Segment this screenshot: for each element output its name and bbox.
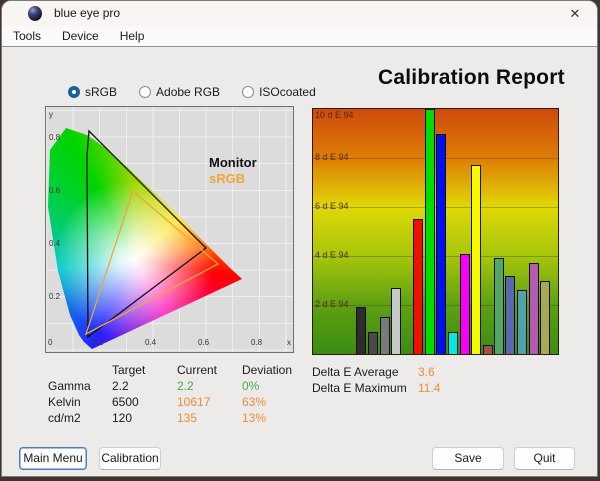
table-current-value: 10617 xyxy=(177,395,211,409)
delta-e-bar-chart: 10 d E 94 8 d E 94 6 d E 94 4 d E 94 2 d E 9… xyxy=(312,108,559,355)
screen: blue eye pro ✕ Tools Device Help Calibrati… xyxy=(0,0,600,481)
delta-e-summary: Delta E Average 3.6 Delta E Maximum 11.4 xyxy=(312,365,440,397)
menu-item-help[interactable]: Help xyxy=(117,28,148,44)
legend-srgb: sRGB xyxy=(209,171,246,186)
radio-option-adobe-rgb[interactable]: Adobe RGB xyxy=(139,85,220,99)
radio-label: ISOcoated xyxy=(259,85,316,99)
delta-e-average-row: Delta E Average 3.6 xyxy=(312,365,440,381)
table-row-label: Gamma xyxy=(48,379,91,393)
radio-circle-icon[interactable] xyxy=(139,86,152,98)
table-current-value: 2.2 xyxy=(177,379,194,393)
delta-e-maximum-row: Delta E Maximum 11.4 xyxy=(312,381,440,397)
radio-label: sRGB xyxy=(85,85,118,99)
quit-button[interactable]: Quit xyxy=(514,447,575,470)
delta-e-bar-blue xyxy=(436,133,446,354)
delta-e-bar-magenta xyxy=(460,253,470,354)
table-deviation-value: 13% xyxy=(242,411,267,425)
cie-x-tick: 0.8 xyxy=(251,338,263,347)
bar-chart-y-label: 8 d E 94 xyxy=(315,152,349,162)
cie-y-tick: 0.4 xyxy=(49,239,61,248)
gamut-triangles xyxy=(84,129,220,339)
calibration-button[interactable]: Calibration xyxy=(99,447,161,470)
cie-y-tick: 0.2 xyxy=(49,292,61,301)
radio-circle-icon[interactable] xyxy=(68,86,80,98)
delta-e-bar-gray-2 xyxy=(368,331,378,354)
delta-e-average-label: Delta E Average xyxy=(312,365,399,379)
delta-e-bar-cyan xyxy=(448,331,458,354)
table-header-cell: Current xyxy=(177,363,218,377)
menu-separator xyxy=(2,46,597,47)
table-deviation-value: 0% xyxy=(242,379,260,393)
cie-x-tick: 0.4 xyxy=(145,338,157,347)
app-window: blue eye pro ✕ Tools Device Help Calibrati… xyxy=(1,0,598,477)
menu-item-tools[interactable]: Tools xyxy=(10,28,44,44)
bar-chart-y-label: 6 d E 94 xyxy=(315,201,349,211)
table-target-value: 2.2 xyxy=(112,379,129,393)
title-bar: blue eye pro ✕ xyxy=(2,1,597,26)
cie-x-tick: 0 xyxy=(48,338,53,347)
cie-chromaticity-diagram: Monitor sRGB 0 0.2 0.4 0.6 0.8 0.2 0.4 0.6 0.8 y x xyxy=(45,106,294,353)
delta-e-maximum-value: 11.4 xyxy=(418,381,441,395)
radio-label: Adobe RGB xyxy=(156,85,221,99)
menu-bar: Tools Device Help xyxy=(2,26,597,46)
bar-chart-y-label: 4 d E 94 xyxy=(315,250,349,260)
monitor-gamut-triangle xyxy=(86,129,207,339)
delta-e-maximum-label: Delta E Maximum xyxy=(312,381,407,395)
window-title: blue eye pro xyxy=(54,6,121,20)
delta-e-bar-gray-dark xyxy=(356,307,366,354)
radio-dot xyxy=(72,90,76,94)
table-header-cell: Target xyxy=(112,363,146,377)
save-button[interactable]: Save xyxy=(432,447,504,470)
app-icon xyxy=(28,6,42,21)
delta-e-bar-orchid xyxy=(529,263,539,354)
bar-chart-y-label: 10 d E 94 xyxy=(315,110,354,120)
cie-y-axis-letter: y xyxy=(49,110,53,119)
table-deviation-value: 63% xyxy=(242,395,267,409)
delta-e-bar-steel-teal xyxy=(517,290,527,354)
calibration-results-table: Target Current Deviation Gamma 2.2 2.2 0% Kelvi… xyxy=(48,363,314,427)
delta-e-bar-yellow xyxy=(471,165,481,354)
table-target-value: 6500 xyxy=(112,395,139,409)
radio-option-isocoated[interactable]: ISOcoated xyxy=(242,85,316,99)
delta-e-bar-green xyxy=(425,109,435,354)
table-row-label: cd/m2 xyxy=(48,411,81,425)
cie-y-tick: 0.8 xyxy=(49,133,61,142)
table-target-value: 120 xyxy=(112,411,133,425)
cie-x-axis-letter: x xyxy=(287,338,291,347)
bar-chart-y-label: 2 d E 94 xyxy=(315,299,349,309)
table-header-cell xyxy=(48,363,112,379)
cie-x-tick: 0.6 xyxy=(198,338,210,347)
srgb-gamut-triangle xyxy=(84,189,220,336)
menu-item-device[interactable]: Device xyxy=(59,28,102,44)
table-header-cell: Deviation xyxy=(242,363,293,377)
delta-e-bar-gray-light xyxy=(391,287,401,354)
delta-e-bar-dark-red xyxy=(483,345,493,354)
legend-monitor: Monitor xyxy=(209,155,257,170)
delta-e-bar-sea-green xyxy=(494,258,504,354)
profile-radio-group: sRGB Adobe RGB ISOcoated xyxy=(68,85,338,99)
delta-e-bar-slate-blue xyxy=(505,275,515,354)
delta-e-average-value: 3.6 xyxy=(418,365,435,379)
table-row-label: Kelvin xyxy=(48,395,81,409)
page-title: Calibration Report xyxy=(378,66,565,89)
delta-e-bar-gray-3 xyxy=(380,317,390,354)
close-icon[interactable]: ✕ xyxy=(565,4,585,24)
radio-option-srgb[interactable]: sRGB xyxy=(68,85,117,99)
delta-e-bar-red xyxy=(413,219,423,354)
cie-x-tick: 0.2 xyxy=(92,338,104,347)
table-current-value: 135 xyxy=(177,411,198,425)
radio-circle-icon[interactable] xyxy=(242,86,255,98)
delta-e-bar-khaki xyxy=(540,280,550,354)
cie-y-tick: 0.6 xyxy=(49,186,61,195)
main-menu-button[interactable]: Main Menu xyxy=(19,447,87,470)
